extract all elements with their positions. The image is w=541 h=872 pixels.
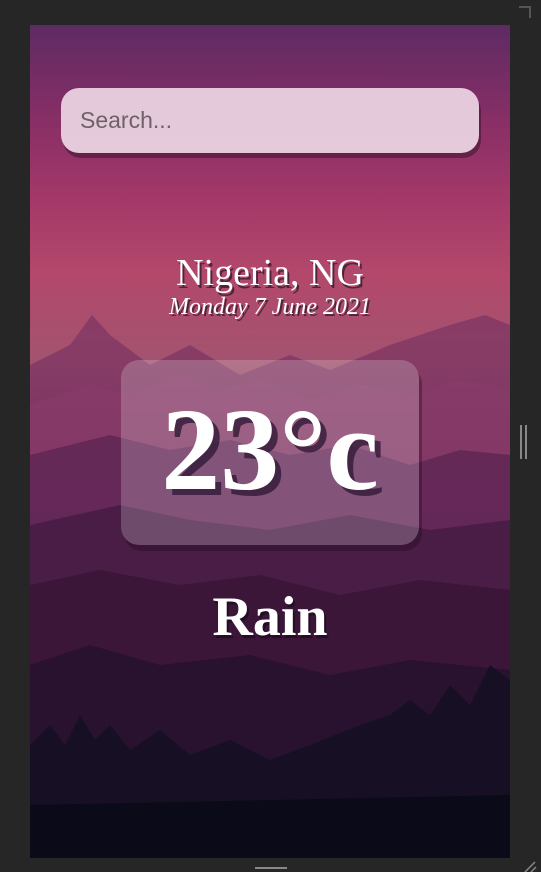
vertical-resize-handle[interactable] — [520, 425, 527, 459]
weather-app: Nigeria, NG Monday 7 June 2021 23°c Rain — [30, 25, 510, 858]
frame-top-bar — [0, 0, 541, 25]
temperature-value: 23°c — [161, 383, 379, 515]
frame-bottom-bar — [0, 858, 541, 872]
frame-right-bar — [510, 25, 541, 872]
current-date: Monday 7 June 2021 — [169, 294, 371, 320]
search-input[interactable] — [61, 88, 479, 153]
temperature-card: 23°c — [121, 360, 419, 545]
location-name: Nigeria, NG — [176, 252, 364, 294]
resize-grip-icon[interactable] — [521, 860, 537, 872]
horizontal-resize-handle[interactable] — [255, 867, 287, 869]
window-corner-icon — [519, 6, 531, 18]
weather-condition: Rain — [212, 586, 328, 648]
